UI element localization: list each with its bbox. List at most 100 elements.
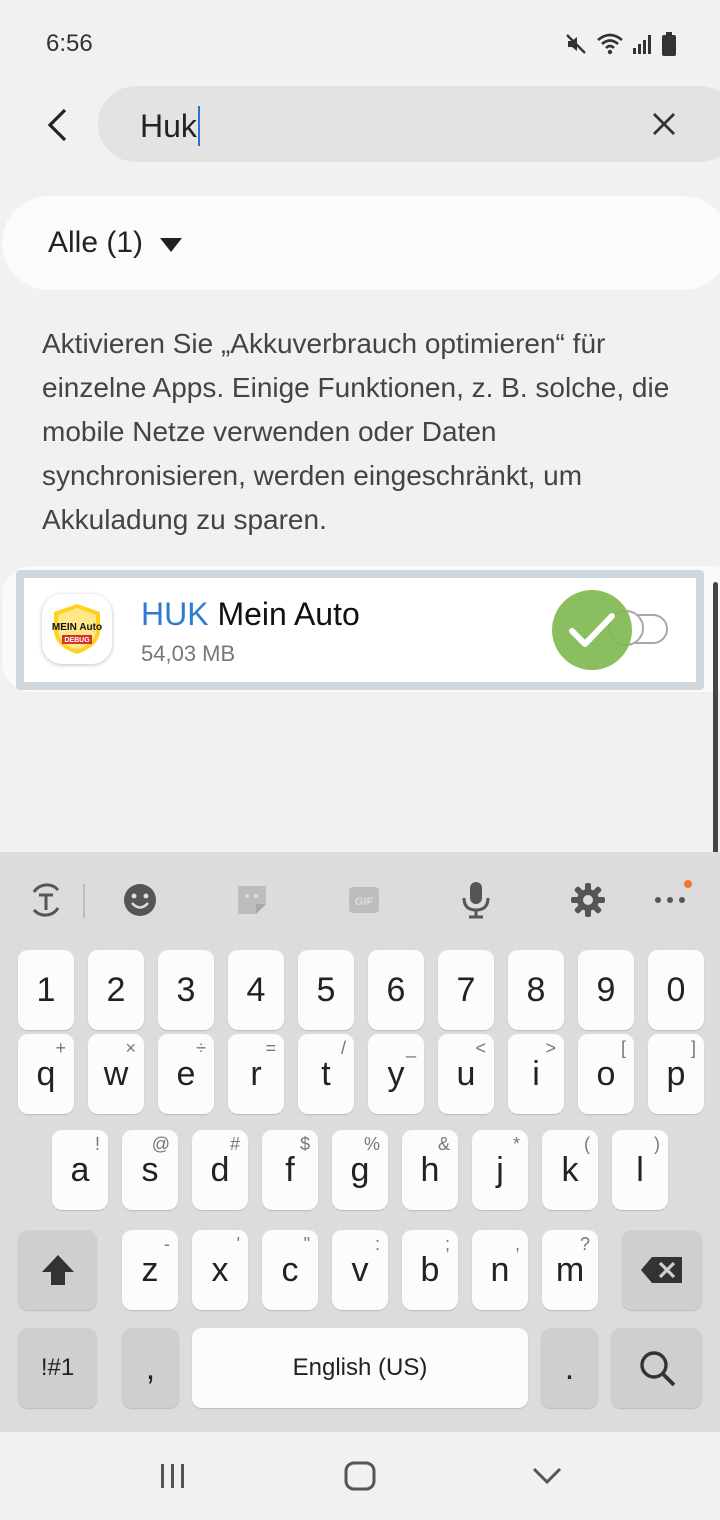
key-i[interactable]: i >: [508, 1034, 564, 1114]
dropdown-arrow-icon: [160, 238, 182, 252]
key-u[interactable]: u <: [438, 1034, 494, 1114]
key-p[interactable]: p]: [648, 1034, 704, 1114]
back-button[interactable]: [34, 100, 80, 150]
key-y[interactable]: y _: [368, 1034, 424, 1114]
key-label: m: [555, 1250, 585, 1289]
key-secondary-label: @: [151, 1134, 170, 1154]
recent-apps-button[interactable]: [143, 1454, 203, 1498]
scrollbar[interactable]: [713, 582, 718, 860]
key-label: y: [387, 1054, 405, 1093]
period-key[interactable]: .: [541, 1328, 598, 1408]
app-name-rest: Mein Auto: [208, 596, 360, 632]
key-label: f: [285, 1150, 295, 1189]
search-input[interactable]: Huk: [140, 106, 200, 146]
shift-key[interactable]: [18, 1230, 97, 1310]
key-a[interactable]: a!: [52, 1130, 108, 1210]
key-secondary-label: /: [340, 1038, 346, 1058]
key-label: e: [176, 1054, 196, 1093]
key-secondary-label: ': [236, 1234, 240, 1254]
key-j[interactable]: j *: [472, 1130, 528, 1210]
translate-icon[interactable]: [26, 880, 66, 920]
key-s[interactable]: s @: [122, 1130, 178, 1210]
space-key[interactable]: English (US): [192, 1328, 528, 1408]
backspace-key[interactable]: [622, 1230, 702, 1310]
symbols-key[interactable]: !#1: [18, 1328, 97, 1408]
search-icon: [639, 1351, 675, 1387]
key-secondary-label: (: [584, 1134, 590, 1154]
key-5[interactable]: 5: [298, 950, 354, 1030]
key-t[interactable]: t /: [298, 1034, 354, 1114]
key-label: l: [636, 1150, 644, 1189]
key-w[interactable]: w ×: [88, 1034, 144, 1114]
recent-apps-icon: [161, 1464, 184, 1488]
key-secondary-label: +: [55, 1038, 66, 1058]
key-8[interactable]: 8: [508, 950, 564, 1030]
key-n[interactable]: n,: [472, 1230, 528, 1310]
signal-icon: [633, 35, 651, 54]
key-h[interactable]: h &: [402, 1130, 458, 1210]
status-icons: [564, 32, 676, 56]
filter-dropdown[interactable]: Alle (1): [2, 196, 720, 290]
key-7[interactable]: 7: [438, 950, 494, 1030]
key-b[interactable]: b;: [402, 1230, 458, 1310]
key-label: h: [420, 1150, 440, 1189]
key-secondary-label: >: [545, 1038, 556, 1058]
key-e[interactable]: e ÷: [158, 1034, 214, 1114]
key-4[interactable]: 4: [228, 950, 284, 1030]
app-name: HUK Mein Auto: [141, 596, 360, 633]
key-label: b: [420, 1250, 440, 1289]
key-label: c: [281, 1250, 299, 1289]
toolbar-separator: [83, 884, 85, 918]
gear-icon[interactable]: [568, 880, 608, 920]
key-m[interactable]: m?: [542, 1230, 598, 1310]
backspace-icon: [641, 1257, 682, 1283]
mute-icon: [566, 34, 586, 54]
key-2[interactable]: 2: [88, 950, 144, 1030]
gif-icon[interactable]: GIF: [344, 880, 384, 920]
clear-search-button[interactable]: [646, 106, 682, 142]
key-label: a: [70, 1150, 90, 1189]
key-q[interactable]: q +: [18, 1034, 74, 1114]
key-label: 7: [456, 970, 476, 1009]
key-d[interactable]: d #: [192, 1130, 248, 1210]
emoji-icon[interactable]: [120, 880, 160, 920]
key-secondary-label: ]: [690, 1038, 696, 1058]
key-label: 6: [386, 970, 406, 1009]
app-name-highlight: HUK: [141, 596, 209, 632]
key-x[interactable]: x ': [192, 1230, 248, 1310]
key-z[interactable]: z-: [122, 1230, 178, 1310]
key-6[interactable]: 6: [368, 950, 424, 1030]
key-label: 2: [106, 970, 126, 1009]
key-1[interactable]: 1: [18, 950, 74, 1030]
comma-key[interactable]: ,: [122, 1328, 179, 1408]
hide-keyboard-button[interactable]: [517, 1454, 577, 1498]
key-label: 8: [526, 970, 546, 1009]
search-key[interactable]: [611, 1328, 702, 1408]
key-secondary-label: &: [437, 1134, 450, 1154]
key-secondary-label: *: [512, 1134, 520, 1154]
key-0[interactable]: 0: [648, 950, 704, 1030]
microphone-icon[interactable]: [456, 880, 496, 920]
key-l[interactable]: l): [612, 1130, 668, 1210]
key-secondary-label: <: [475, 1038, 486, 1058]
key-c[interactable]: c ": [262, 1230, 318, 1310]
key-o[interactable]: o[: [578, 1034, 634, 1114]
home-button[interactable]: [330, 1454, 390, 1498]
search-bar[interactable]: Huk: [98, 86, 720, 162]
key-r[interactable]: r =: [228, 1034, 284, 1114]
key-v[interactable]: v:: [332, 1230, 388, 1310]
key-label: p: [666, 1054, 686, 1093]
sticker-icon[interactable]: [232, 880, 272, 920]
text-cursor: [197, 106, 200, 146]
key-secondary-label: -: [164, 1234, 170, 1254]
key-9[interactable]: 9: [578, 950, 634, 1030]
key-label: g: [350, 1150, 370, 1189]
key-3[interactable]: 3: [158, 950, 214, 1030]
huk-logo-icon: MEIN Auto DEBUG: [52, 604, 102, 654]
key-label: 0: [666, 970, 686, 1009]
key-label: j: [496, 1150, 504, 1189]
key-g[interactable]: g%: [332, 1130, 388, 1210]
key-f[interactable]: f $: [262, 1130, 318, 1210]
key-k[interactable]: k(: [542, 1130, 598, 1210]
key-label: t: [321, 1054, 331, 1093]
